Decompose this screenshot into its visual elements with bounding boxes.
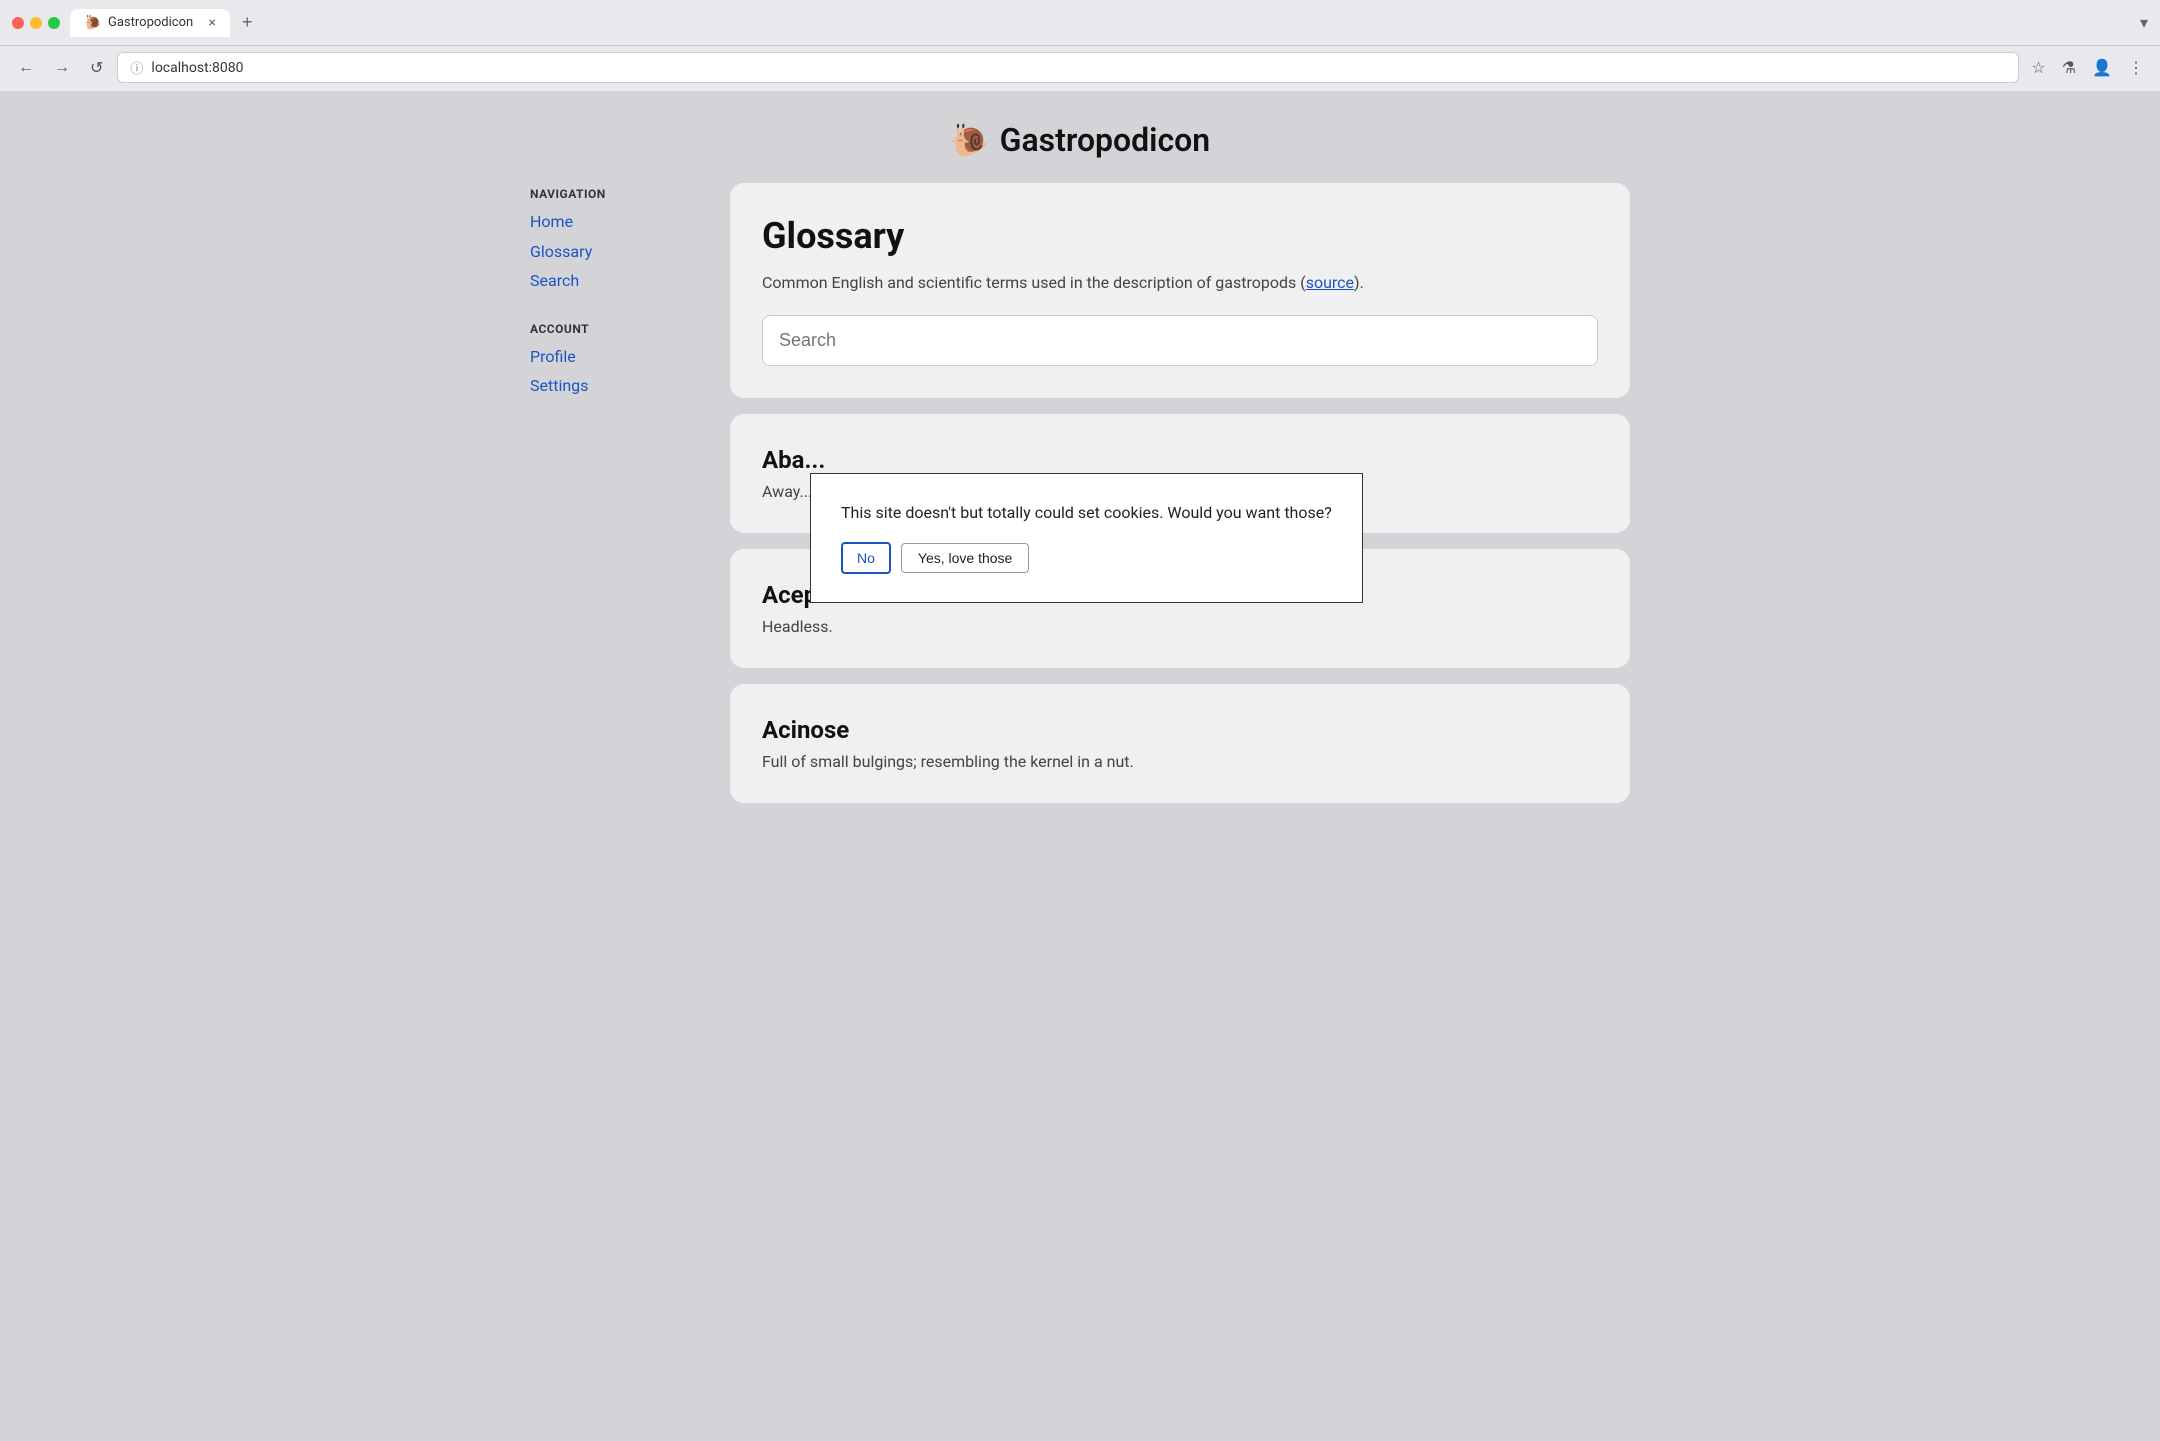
forward-button[interactable]: →: [48, 55, 76, 81]
active-tab[interactable]: 🐌 Gastropodicon ×: [70, 9, 230, 37]
sidebar: NAVIGATION Home Glossary Search ACCOUNT …: [530, 183, 690, 819]
cookie-dialog: This site doesn't but totally could set …: [810, 473, 1363, 603]
profile-button[interactable]: 👤: [2088, 54, 2116, 82]
new-tab-button[interactable]: +: [234, 8, 261, 37]
address-info-icon: ⓘ: [130, 58, 143, 77]
sidebar-item-settings[interactable]: Settings: [530, 373, 690, 399]
site-header: 🐌 Gastropodicon: [40, 121, 2120, 159]
menu-button[interactable]: ⋮: [2124, 54, 2148, 82]
browser-tab-bar: 🐌 Gastropodicon × + ▾: [0, 0, 2160, 46]
account-section-label: ACCOUNT: [530, 322, 690, 336]
description-after-link: ).: [1354, 273, 1364, 292]
term-def-acephalous: Headless.: [762, 617, 1598, 636]
back-button[interactable]: ←: [12, 55, 40, 81]
sidebar-item-profile[interactable]: Profile: [530, 344, 690, 370]
snail-icon: 🐌: [950, 121, 990, 159]
address-bar-row: ← → ↺ ⓘ localhost:8080 ☆ ⚗ 👤 ⋮: [0, 46, 2160, 91]
minimize-window-button[interactable]: [30, 17, 42, 29]
site-title: Gastropodicon: [1000, 121, 1211, 159]
glossary-header-card: Glossary Common English and scientific t…: [730, 183, 1630, 398]
tab-bar: 🐌 Gastropodicon × + ▾: [70, 8, 2148, 37]
reload-button[interactable]: ↺: [84, 54, 109, 82]
cookie-yes-button[interactable]: Yes, love those: [901, 543, 1029, 573]
term-title-acinose: Acinose: [762, 716, 1598, 744]
tab-favicon-icon: 🐌: [84, 15, 100, 31]
term-title-abapical: Aba...: [762, 446, 1598, 474]
bookmark-button[interactable]: ☆: [2027, 54, 2049, 82]
sidebar-link-search[interactable]: Search: [530, 271, 579, 290]
sidebar-item-glossary[interactable]: Glossary: [530, 239, 690, 265]
main-content: Glossary Common English and scientific t…: [730, 183, 1630, 819]
experiments-button[interactable]: ⚗: [2058, 54, 2080, 82]
term-def-acinose: Full of small bulgings; resembling the k…: [762, 752, 1598, 771]
cookie-message: This site doesn't but totally could set …: [841, 502, 1332, 524]
page-wrapper: 🐌 Gastropodicon NAVIGATION Home Glossary…: [0, 91, 2160, 1441]
close-window-button[interactable]: [12, 17, 24, 29]
sidebar-nav: Home Glossary Search: [530, 209, 690, 294]
address-bar[interactable]: ⓘ localhost:8080: [117, 52, 2019, 83]
content-layout: NAVIGATION Home Glossary Search ACCOUNT …: [530, 183, 1630, 819]
tab-dropdown-button[interactable]: ▾: [2140, 13, 2148, 32]
cookie-actions: No Yes, love those: [841, 542, 1332, 574]
sidebar-item-home[interactable]: Home: [530, 209, 690, 235]
sidebar-link-home[interactable]: Home: [530, 212, 573, 231]
sidebar-item-search[interactable]: Search: [530, 268, 690, 294]
cookie-no-button[interactable]: No: [841, 542, 891, 574]
glossary-description: Common English and scientific terms used…: [762, 271, 1598, 295]
glossary-search-input[interactable]: [762, 315, 1598, 366]
sidebar-link-settings[interactable]: Settings: [530, 376, 588, 395]
sidebar-link-profile[interactable]: Profile: [530, 347, 576, 366]
description-before-link: Common English and scientific terms used…: [762, 273, 1306, 292]
tab-close-button[interactable]: ×: [209, 16, 216, 30]
sidebar-account-nav: Profile Settings: [530, 344, 690, 399]
sidebar-link-glossary[interactable]: Glossary: [530, 242, 592, 261]
tab-title: Gastropodicon: [108, 15, 193, 30]
glossary-term-card-acinose: Acinose Full of small bulgings; resembli…: [730, 684, 1630, 803]
source-link[interactable]: source: [1306, 273, 1354, 292]
glossary-title: Glossary: [762, 215, 1598, 257]
nav-section-label: NAVIGATION: [530, 187, 690, 201]
traffic-lights: [12, 17, 60, 29]
maximize-window-button[interactable]: [48, 17, 60, 29]
address-url: localhost:8080: [151, 60, 2006, 76]
browser-actions: ☆ ⚗ 👤 ⋮: [2027, 54, 2148, 82]
